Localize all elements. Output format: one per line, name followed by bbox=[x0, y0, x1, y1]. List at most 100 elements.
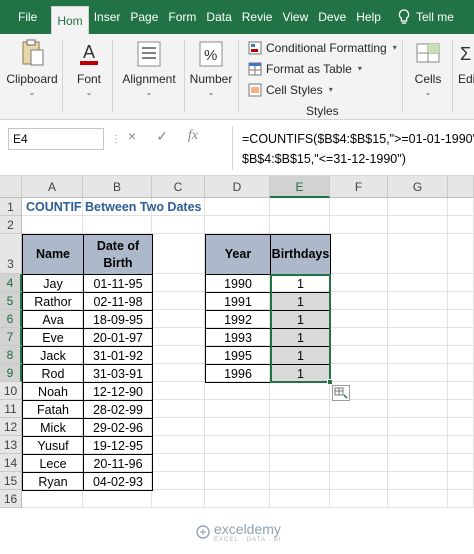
header-birthdays[interactable]: Birthdays bbox=[270, 234, 331, 275]
cell[interactable] bbox=[152, 216, 205, 234]
dob-cell[interactable]: 20-11-96 bbox=[83, 454, 153, 473]
cell[interactable] bbox=[152, 418, 205, 436]
enter-icon[interactable]: ✓ bbox=[156, 128, 168, 145]
row-header-7[interactable]: 7 bbox=[0, 328, 22, 346]
cell[interactable] bbox=[330, 490, 388, 508]
cell[interactable] bbox=[152, 382, 205, 400]
header-date-of-birth[interactable]: Date of Birth bbox=[83, 234, 153, 275]
cell[interactable] bbox=[388, 436, 448, 454]
dob-cell[interactable]: 01-11-95 bbox=[83, 274, 153, 293]
cell[interactable] bbox=[270, 418, 330, 436]
cell[interactable] bbox=[205, 216, 270, 234]
select-all-corner[interactable] bbox=[0, 176, 22, 198]
cell[interactable] bbox=[152, 364, 205, 382]
cell[interactable] bbox=[205, 436, 270, 454]
tab-insert[interactable]: Inser bbox=[89, 0, 126, 34]
row-header-6[interactable]: 6 bbox=[0, 310, 22, 328]
cell[interactable] bbox=[388, 454, 448, 472]
row-header-13[interactable]: 13 bbox=[0, 436, 22, 454]
birthdays-cell[interactable]: 1 bbox=[270, 274, 331, 293]
cell[interactable] bbox=[152, 346, 205, 364]
year-cell[interactable]: 1991 bbox=[205, 292, 271, 311]
cancel-icon[interactable]: × bbox=[128, 128, 136, 145]
cell[interactable] bbox=[388, 382, 448, 400]
dob-cell[interactable]: 12-12-90 bbox=[83, 382, 153, 401]
cell[interactable] bbox=[388, 418, 448, 436]
column-header-b[interactable]: B bbox=[83, 176, 152, 198]
cell[interactable] bbox=[152, 454, 205, 472]
cells-group[interactable]: Cells ⌄ bbox=[408, 38, 448, 97]
cell[interactable] bbox=[388, 364, 448, 382]
sheet-title[interactable]: COUNTIF Between Two Dates bbox=[22, 198, 270, 216]
cell[interactable] bbox=[388, 234, 448, 274]
font-group[interactable]: A Font ⌄ bbox=[70, 38, 108, 97]
column-header-f[interactable]: F bbox=[330, 176, 388, 198]
name-cell[interactable]: Rod bbox=[22, 364, 84, 383]
quick-analysis-button[interactable] bbox=[332, 385, 350, 401]
year-cell[interactable]: 1993 bbox=[205, 328, 271, 347]
cell[interactable] bbox=[448, 346, 474, 364]
tab-data[interactable]: Data bbox=[201, 0, 236, 34]
cell[interactable] bbox=[205, 454, 270, 472]
header-year[interactable]: Year bbox=[205, 234, 271, 275]
name-cell[interactable]: Jay bbox=[22, 274, 84, 293]
row-header-16[interactable]: 16 bbox=[0, 490, 22, 508]
row-header-2[interactable]: 2 bbox=[0, 216, 22, 234]
cell[interactable] bbox=[448, 400, 474, 418]
tab-view[interactable]: View bbox=[277, 0, 313, 34]
cell[interactable] bbox=[448, 418, 474, 436]
cell[interactable] bbox=[330, 454, 388, 472]
cell[interactable] bbox=[388, 198, 448, 216]
cell[interactable] bbox=[388, 400, 448, 418]
cell[interactable] bbox=[152, 310, 205, 328]
cell[interactable] bbox=[152, 292, 205, 310]
row-header-3[interactable]: 3 bbox=[0, 234, 22, 274]
name-cell[interactable]: Mick bbox=[22, 418, 84, 437]
birthdays-cell[interactable]: 1 bbox=[270, 328, 331, 347]
dob-cell[interactable]: 31-03-91 bbox=[83, 364, 153, 383]
cell[interactable] bbox=[330, 274, 388, 292]
tab-page-layout[interactable]: Page bbox=[125, 0, 163, 34]
cell[interactable] bbox=[330, 436, 388, 454]
cell[interactable] bbox=[330, 292, 388, 310]
cell[interactable] bbox=[448, 234, 474, 274]
cell[interactable] bbox=[330, 234, 388, 274]
cell[interactable] bbox=[152, 328, 205, 346]
conditional-formatting-button[interactable]: Conditional Formatting ▾ bbox=[248, 37, 397, 58]
cell[interactable] bbox=[448, 436, 474, 454]
cell[interactable] bbox=[83, 490, 152, 508]
cell[interactable] bbox=[270, 472, 330, 490]
row-header-9[interactable]: 9 bbox=[0, 364, 22, 382]
name-cell[interactable]: Eve bbox=[22, 328, 84, 347]
cell[interactable] bbox=[330, 418, 388, 436]
cell[interactable] bbox=[152, 400, 205, 418]
birthdays-cell[interactable]: 1 bbox=[270, 310, 331, 329]
cell[interactable] bbox=[448, 274, 474, 292]
cell[interactable] bbox=[330, 310, 388, 328]
cell[interactable] bbox=[330, 216, 388, 234]
cell[interactable] bbox=[448, 198, 474, 216]
cell[interactable] bbox=[152, 472, 205, 490]
dob-cell[interactable]: 19-12-95 bbox=[83, 436, 153, 455]
cell[interactable] bbox=[330, 400, 388, 418]
cell[interactable] bbox=[448, 310, 474, 328]
cell[interactable] bbox=[205, 382, 270, 400]
column-header-e[interactable]: E bbox=[270, 176, 330, 198]
name-cell[interactable]: Yusuf bbox=[22, 436, 84, 455]
cell[interactable] bbox=[83, 216, 152, 234]
name-cell[interactable]: Ryan bbox=[22, 472, 84, 491]
cell[interactable] bbox=[205, 400, 270, 418]
row-header-15[interactable]: 15 bbox=[0, 472, 22, 490]
cell[interactable] bbox=[448, 490, 474, 508]
cell[interactable] bbox=[152, 436, 205, 454]
year-cell[interactable]: 1995 bbox=[205, 346, 271, 365]
name-cell[interactable]: Jack bbox=[22, 346, 84, 365]
column-header-a[interactable]: A bbox=[22, 176, 83, 198]
cell[interactable] bbox=[205, 472, 270, 490]
cell[interactable] bbox=[448, 454, 474, 472]
dob-cell[interactable]: 18-09-95 bbox=[83, 310, 153, 329]
cell[interactable] bbox=[388, 328, 448, 346]
cell[interactable] bbox=[448, 364, 474, 382]
column-header-c[interactable]: C bbox=[152, 176, 205, 198]
cell[interactable] bbox=[388, 472, 448, 490]
